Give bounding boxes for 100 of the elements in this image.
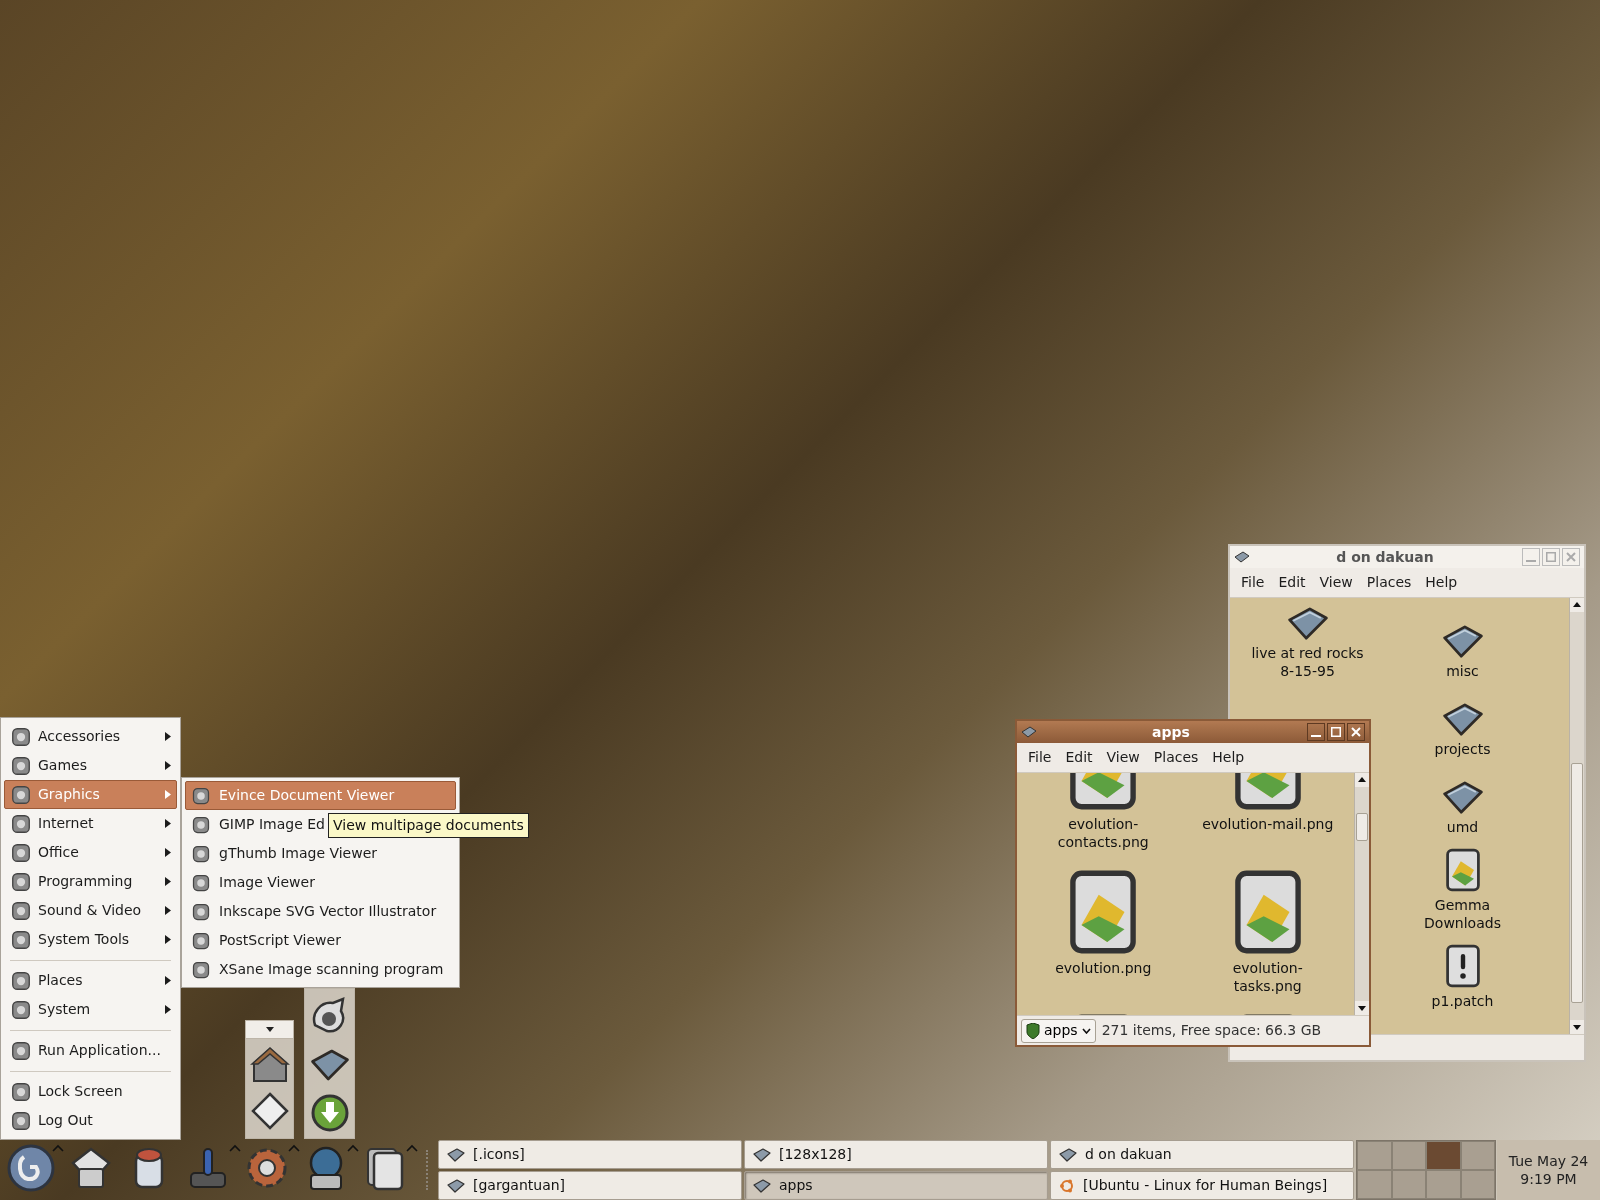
scroll-up-icon[interactable] xyxy=(1355,773,1369,787)
menu-item[interactable]: Accessories xyxy=(4,722,177,751)
drive-icon xyxy=(1234,551,1250,563)
workspace-cell[interactable] xyxy=(1460,1141,1495,1170)
maximize-icon xyxy=(1331,727,1341,737)
scroll-down-icon[interactable] xyxy=(1355,1001,1369,1015)
file-label[interactable]: misc xyxy=(1446,662,1479,680)
menu-item[interactable]: Internet xyxy=(4,809,177,838)
menu-item[interactable]: Image Viewer xyxy=(185,868,456,897)
folder-icon xyxy=(447,1147,465,1162)
menu[interactable]: File xyxy=(1023,747,1057,768)
maximize-icon xyxy=(1546,552,1556,562)
menu[interactable]: Places xyxy=(1361,572,1417,593)
menu-item[interactable]: Office xyxy=(4,838,177,867)
shield-icon xyxy=(1026,1022,1040,1039)
menu[interactable]: Help xyxy=(1420,572,1463,593)
menu[interactable]: Help xyxy=(1207,747,1250,768)
workspace-cell[interactable] xyxy=(1460,1170,1495,1199)
file-label[interactable]: p1.patch xyxy=(1431,992,1494,1010)
file-label[interactable]: projects xyxy=(1434,740,1491,758)
task-button[interactable]: [128x128] xyxy=(744,1140,1048,1169)
drive-icon xyxy=(1021,726,1037,738)
ring-logo-icon xyxy=(1059,1177,1075,1194)
minimize-button[interactable] xyxy=(1307,723,1325,741)
drawer-handle[interactable] xyxy=(246,1021,293,1039)
task-button[interactable]: [.icons] xyxy=(438,1140,742,1169)
scrollbar[interactable] xyxy=(1569,598,1584,1034)
status-text: 271 items, Free space: 66.3 GB xyxy=(1101,1021,1322,1040)
app-icon xyxy=(191,843,211,864)
workspace-cell[interactable] xyxy=(1426,1170,1461,1199)
window-title: apps xyxy=(1151,722,1191,742)
clock[interactable]: Tue May 24 9:19 PM xyxy=(1497,1140,1600,1200)
workspace-switcher[interactable] xyxy=(1356,1140,1496,1200)
app-icon xyxy=(10,969,32,992)
file-label[interactable]: live at red rocks 8-15-95 xyxy=(1251,644,1364,680)
location-dropdown[interactable]: apps xyxy=(1021,1018,1096,1043)
caret-icon xyxy=(406,1144,418,1152)
file-label[interactable]: Gemma Downloads xyxy=(1424,896,1501,932)
download-icon[interactable] xyxy=(309,1092,350,1133)
launcher-button[interactable] xyxy=(6,1142,64,1194)
file-label[interactable]: evolution-mail.png xyxy=(1202,815,1334,833)
app-icon xyxy=(6,1143,56,1193)
close-button[interactable] xyxy=(1347,723,1365,741)
chevron-icon xyxy=(1081,1027,1091,1034)
menu-item[interactable]: Inkscape SVG Vector Illustrator xyxy=(185,897,456,926)
scrollbar-thumb[interactable] xyxy=(1356,813,1368,841)
workspace-cell[interactable] xyxy=(1391,1141,1426,1170)
workspace-cell[interactable] xyxy=(1426,1141,1461,1170)
menu-item[interactable]: System xyxy=(4,995,177,1024)
task-button[interactable]: [Ubuntu - Linux for Human Beings] xyxy=(1050,1171,1354,1200)
menu-item[interactable]: PostScript Viewer xyxy=(185,926,456,955)
menu[interactable]: Places xyxy=(1148,747,1204,768)
menu-item[interactable]: Games xyxy=(4,751,177,780)
app-icon xyxy=(10,1080,32,1103)
menu-item[interactable]: Lock Screen xyxy=(4,1077,177,1106)
paper-icon[interactable] xyxy=(249,1091,290,1131)
menu[interactable]: Edit xyxy=(1060,747,1098,768)
file-label[interactable]: evolution.png xyxy=(1055,959,1152,977)
task-button[interactable]: [gargantuan] xyxy=(438,1171,742,1200)
window-title: d on dakuan xyxy=(1335,547,1435,567)
app-icon xyxy=(10,928,32,951)
caret-icon xyxy=(52,1144,64,1152)
scrollbar-thumb[interactable] xyxy=(1571,763,1583,1003)
scroll-down-icon[interactable] xyxy=(1570,1020,1584,1034)
app-icon xyxy=(10,870,32,893)
menu-item[interactable]: XSane Image scanning program xyxy=(185,955,456,984)
maximize-button[interactable] xyxy=(1327,723,1345,741)
close-icon xyxy=(1351,727,1361,737)
workspace-cell[interactable] xyxy=(1391,1170,1426,1199)
task-button[interactable]: apps xyxy=(744,1171,1048,1200)
minimize-icon xyxy=(1526,560,1536,562)
app-icon xyxy=(10,841,32,864)
menu[interactable]: Edit xyxy=(1273,572,1311,593)
clock-time: 9:19 PM xyxy=(1520,1170,1577,1188)
menu-item[interactable]: gThumb Image Viewer xyxy=(185,839,456,868)
app-icon xyxy=(191,872,211,893)
menu-item[interactable]: Programming xyxy=(4,867,177,896)
task-button[interactable]: d on dakuan xyxy=(1050,1140,1354,1169)
menu-item[interactable]: Places xyxy=(4,966,177,995)
caret-icon xyxy=(265,1027,274,1032)
clock-date: Tue May 24 xyxy=(1508,1152,1589,1170)
workspace-cell[interactable] xyxy=(1357,1170,1392,1199)
menu-item[interactable]: Run Application... xyxy=(4,1036,177,1065)
scrollbar[interactable] xyxy=(1354,773,1369,1015)
scroll-up-icon[interactable] xyxy=(1570,598,1584,612)
house-icon[interactable] xyxy=(249,1045,290,1085)
file-label[interactable]: evolution- contacts.png xyxy=(1057,815,1149,851)
close-icon xyxy=(1566,552,1576,562)
folder-icon xyxy=(1440,625,1485,658)
menu[interactable]: View xyxy=(1101,747,1145,768)
menu-item[interactable]: System Tools xyxy=(4,925,177,954)
menu-item[interactable]: Log Out xyxy=(4,1106,177,1135)
app-icon xyxy=(191,785,211,806)
menu[interactable]: File xyxy=(1236,572,1270,593)
workspace-cell[interactable] xyxy=(1357,1141,1392,1170)
file-label[interactable]: umd xyxy=(1446,818,1479,836)
menu[interactable]: View xyxy=(1314,572,1358,593)
menu-item[interactable]: Sound & Video xyxy=(4,896,177,925)
folder-icon[interactable] xyxy=(308,1047,351,1082)
file-label[interactable]: evolution- tasks.png xyxy=(1232,959,1303,995)
